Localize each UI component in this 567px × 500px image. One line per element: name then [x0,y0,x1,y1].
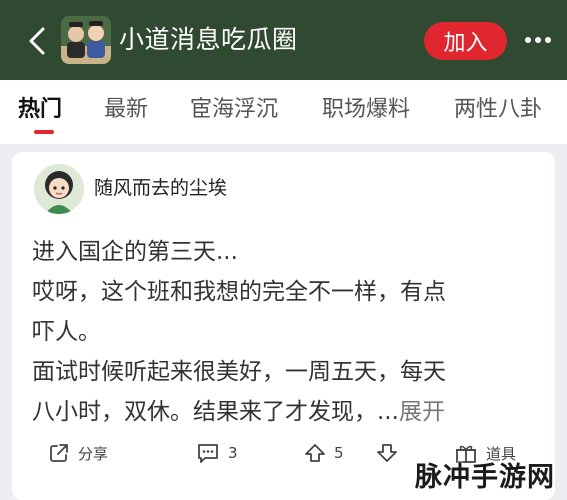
upvote-button[interactable]: 5 [304,442,344,464]
post-line: 面试时候听起来很美好，一周五天，每天 [32,359,446,385]
back-arrow-icon [29,27,45,55]
downvote-button[interactable] [376,442,406,464]
group-title: 小道消息吃瓜圈 [119,25,298,54]
downvote-arrow-icon [377,444,397,462]
tab-gossip[interactable]: 两性八卦 [454,94,542,126]
comment-button[interactable]: 3 [196,442,238,464]
back-button[interactable] [22,24,52,58]
share-button[interactable]: 分享 [48,442,108,464]
more-options-button[interactable] [518,22,558,58]
active-tab-indicator [34,130,54,134]
group-header: 小道消息吃瓜圈 加入 [0,0,567,80]
post-line-text: 八小时，双休。结果来了才发现，... [32,399,399,425]
category-tabs: 热门 最新 宦海浮沉 职场爆料 两性八卦 [0,80,567,144]
comment-count: 3 [228,444,238,462]
author-name[interactable]: 随风而去的尘埃 [94,174,227,202]
join-button[interactable]: 加入 [424,22,507,60]
comment-icon [198,444,218,463]
tab-officialdom[interactable]: 宦海浮沉 [190,94,278,126]
tab-hot[interactable]: 热门 [18,94,62,126]
tab-latest[interactable]: 最新 [104,94,148,126]
site-watermark: 脉冲手游网 [415,462,555,493]
upvote-count: 5 [334,444,344,462]
post-content[interactable]: 进入国企的第三天... 哎呀，这个班和我想的完全不一样，有点 吓人。 面试时候听… [32,232,532,432]
group-avatar[interactable] [61,16,111,64]
post-line: 吓人。 [32,319,101,345]
post-line: 进入国企的第三天... [32,239,238,265]
post-card[interactable]: 随风而去的尘埃 进入国企的第三天... 哎呀，这个班和我想的完全不一样，有点 吓… [12,152,555,500]
expand-link[interactable]: 展开 [399,399,445,425]
upvote-arrow-icon [305,444,325,462]
post-line: 哎呀，这个班和我想的完全不一样，有点 [32,279,446,305]
tab-workplace[interactable]: 职场爆料 [322,94,410,126]
share-label: 分享 [78,444,109,463]
more-dots-icon [525,37,551,43]
post-line-last: 八小时，双休。结果来了才发现，...展开 [32,392,532,432]
share-icon [50,444,68,462]
author-avatar[interactable] [34,164,84,214]
